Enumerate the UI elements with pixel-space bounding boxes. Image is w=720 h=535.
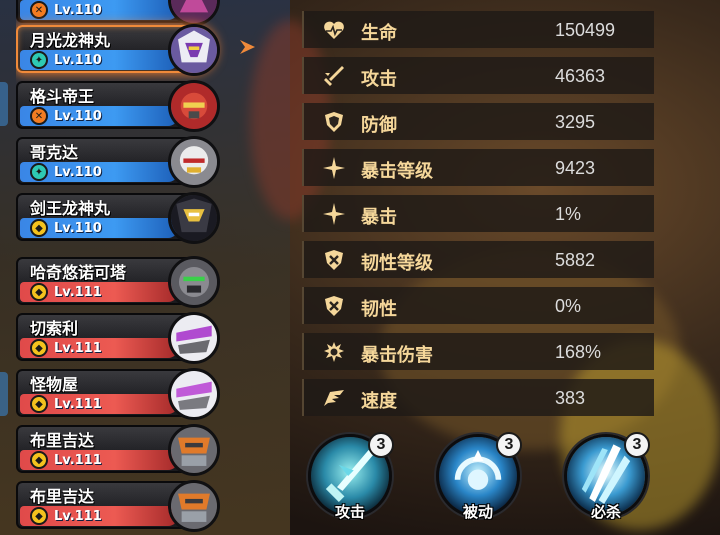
stat-label: 暴击伤害 bbox=[361, 345, 433, 366]
stat-label: 攻击 bbox=[361, 69, 397, 90]
hero-card[interactable]: 哥克达 ✦ Lv.110 bbox=[16, 136, 256, 188]
hero-level: Lv.110 bbox=[54, 53, 102, 68]
stat-row-attack: 攻击 46363 bbox=[302, 57, 654, 94]
stat-value: 3295 bbox=[555, 112, 596, 132]
tough-shield-icon bbox=[325, 250, 343, 270]
stat-row-hp: 生命 150499 bbox=[302, 11, 654, 48]
skill-attack-button[interactable]: 3 攻击 bbox=[302, 430, 398, 530]
stat-value: 9423 bbox=[555, 158, 596, 178]
crit-star-icon bbox=[323, 203, 345, 225]
stat-row-toughness-rating: 韧性等级 5882 bbox=[302, 241, 654, 278]
hero-name: 怪物屋 bbox=[30, 375, 79, 394]
hero-card[interactable]: 切索利 ◆ Lv.111 bbox=[16, 312, 256, 364]
skill-level-badge: 3 bbox=[368, 432, 394, 458]
hero-portrait bbox=[168, 256, 220, 308]
hero-portrait bbox=[168, 368, 220, 420]
tough-shield-icon bbox=[325, 296, 343, 316]
hero-card[interactable]: ✕ Lv.110 bbox=[16, 0, 256, 26]
stat-row-crit-rating: 暴击等级 9423 bbox=[302, 149, 654, 186]
skill-level-badge: 3 bbox=[624, 432, 650, 458]
shield-class-icon: ◆ bbox=[30, 395, 48, 413]
skill-label: 被动 bbox=[462, 503, 493, 521]
hero-name: 哥克达 bbox=[30, 143, 79, 162]
sword-icon bbox=[324, 66, 344, 86]
stat-row-speed: 速度 383 bbox=[302, 379, 654, 416]
selected-arrow-icon bbox=[240, 40, 255, 54]
hero-level: Lv.111 bbox=[54, 341, 102, 356]
stat-value: 168% bbox=[555, 342, 602, 362]
hero-portrait bbox=[168, 480, 220, 532]
stat-value: 383 bbox=[555, 388, 586, 408]
hero-level: Lv.111 bbox=[54, 453, 102, 468]
heart-icon bbox=[324, 21, 344, 39]
hero-name: 格斗帝王 bbox=[30, 87, 95, 106]
stat-label: 暴击等级 bbox=[361, 161, 433, 182]
hero-name: 剑王龙神丸 bbox=[30, 199, 111, 218]
hero-card[interactable]: 布里吉达 ◆ Lv.111 bbox=[16, 424, 256, 476]
stat-label: 韧性等级 bbox=[361, 253, 433, 274]
crit-star-icon bbox=[323, 157, 345, 179]
attack-class-icon: ✕ bbox=[30, 107, 48, 125]
hero-roster-list[interactable]: ✕ Lv.110 月光龙神丸 ✦ Lv.110 格斗帝王 ✕ Lv.110 哥克… bbox=[16, 0, 256, 535]
hero-level: Lv.110 bbox=[54, 3, 102, 18]
stat-value: 1% bbox=[555, 204, 582, 224]
hero-card[interactable]: 布里吉达 ◆ Lv.111 bbox=[16, 480, 256, 532]
side-tab[interactable] bbox=[0, 372, 8, 416]
hero-portrait bbox=[168, 80, 220, 132]
attack-class-icon: ✕ bbox=[30, 1, 48, 19]
hero-portrait bbox=[168, 24, 220, 76]
shield-class-icon: ◆ bbox=[30, 507, 48, 525]
hero-portrait bbox=[168, 136, 220, 188]
stat-row-crit: 暴击 1% bbox=[302, 195, 654, 232]
shield-icon bbox=[325, 112, 343, 132]
side-tab[interactable] bbox=[0, 82, 8, 126]
hero-card[interactable]: 怪物屋 ◆ Lv.111 bbox=[16, 368, 256, 420]
hero-portrait bbox=[168, 192, 220, 244]
hero-portrait bbox=[168, 312, 220, 364]
stat-value: 46363 bbox=[555, 66, 606, 86]
hero-level: Lv.111 bbox=[54, 509, 102, 524]
hero-name: 布里吉达 bbox=[30, 487, 95, 506]
hero-level: Lv.110 bbox=[54, 221, 102, 236]
hero-name: 哈奇悠诺可塔 bbox=[30, 263, 127, 282]
wing-icon bbox=[324, 390, 344, 406]
stat-label: 生命 bbox=[361, 23, 397, 44]
hero-level: Lv.110 bbox=[54, 165, 102, 180]
stat-label: 韧性 bbox=[361, 299, 397, 320]
stat-label: 防御 bbox=[361, 115, 397, 136]
skill-passive-button[interactable]: 3 被动 bbox=[430, 430, 526, 530]
hero-portrait bbox=[168, 424, 220, 476]
gear-class-icon: ✦ bbox=[30, 163, 48, 181]
gear-class-icon: ✦ bbox=[30, 51, 48, 69]
hero-card[interactable]: 剑王龙神丸 ◆ Lv.110 bbox=[16, 192, 256, 244]
stats-panel: 生命 150499 攻击 46363 防御 3295 暴击等级 9423 暴击 … bbox=[302, 11, 654, 425]
skill-level-badge: 3 bbox=[496, 432, 522, 458]
shield-class-icon: ◆ bbox=[30, 451, 48, 469]
hero-name: 切索利 bbox=[30, 319, 79, 338]
hero-level: Lv.111 bbox=[54, 397, 102, 412]
stat-row-toughness: 韧性 0% bbox=[302, 287, 654, 324]
hero-card[interactable]: 格斗帝王 ✕ Lv.110 bbox=[16, 80, 256, 132]
hero-name: 布里吉达 bbox=[30, 431, 95, 450]
hero-level: Lv.111 bbox=[54, 285, 102, 300]
stat-row-crit-damage: 暴击伤害 168% bbox=[302, 333, 654, 370]
hero-name: 月光龙神丸 bbox=[30, 31, 111, 50]
stat-value: 150499 bbox=[555, 20, 616, 40]
shield-class-icon: ◆ bbox=[30, 283, 48, 301]
shield-class-icon: ◆ bbox=[30, 339, 48, 357]
stat-value: 0% bbox=[555, 296, 582, 316]
skill-ultimate-button[interactable]: 3 必杀 bbox=[558, 430, 654, 530]
shield-class-icon: ◆ bbox=[30, 219, 48, 237]
hero-card[interactable]: 哈奇悠诺可塔 ◆ Lv.111 bbox=[16, 256, 256, 308]
stat-label: 速度 bbox=[361, 391, 397, 412]
stat-value: 5882 bbox=[555, 250, 596, 270]
skill-label: 必杀 bbox=[590, 503, 621, 521]
crit-damage-icon bbox=[324, 342, 344, 362]
hero-level: Lv.110 bbox=[54, 109, 102, 124]
stat-row-defense: 防御 3295 bbox=[302, 103, 654, 140]
hero-card-selected[interactable]: 月光龙神丸 ✦ Lv.110 bbox=[16, 24, 256, 76]
skill-label: 攻击 bbox=[334, 503, 365, 521]
stat-label: 暴击 bbox=[361, 207, 397, 228]
